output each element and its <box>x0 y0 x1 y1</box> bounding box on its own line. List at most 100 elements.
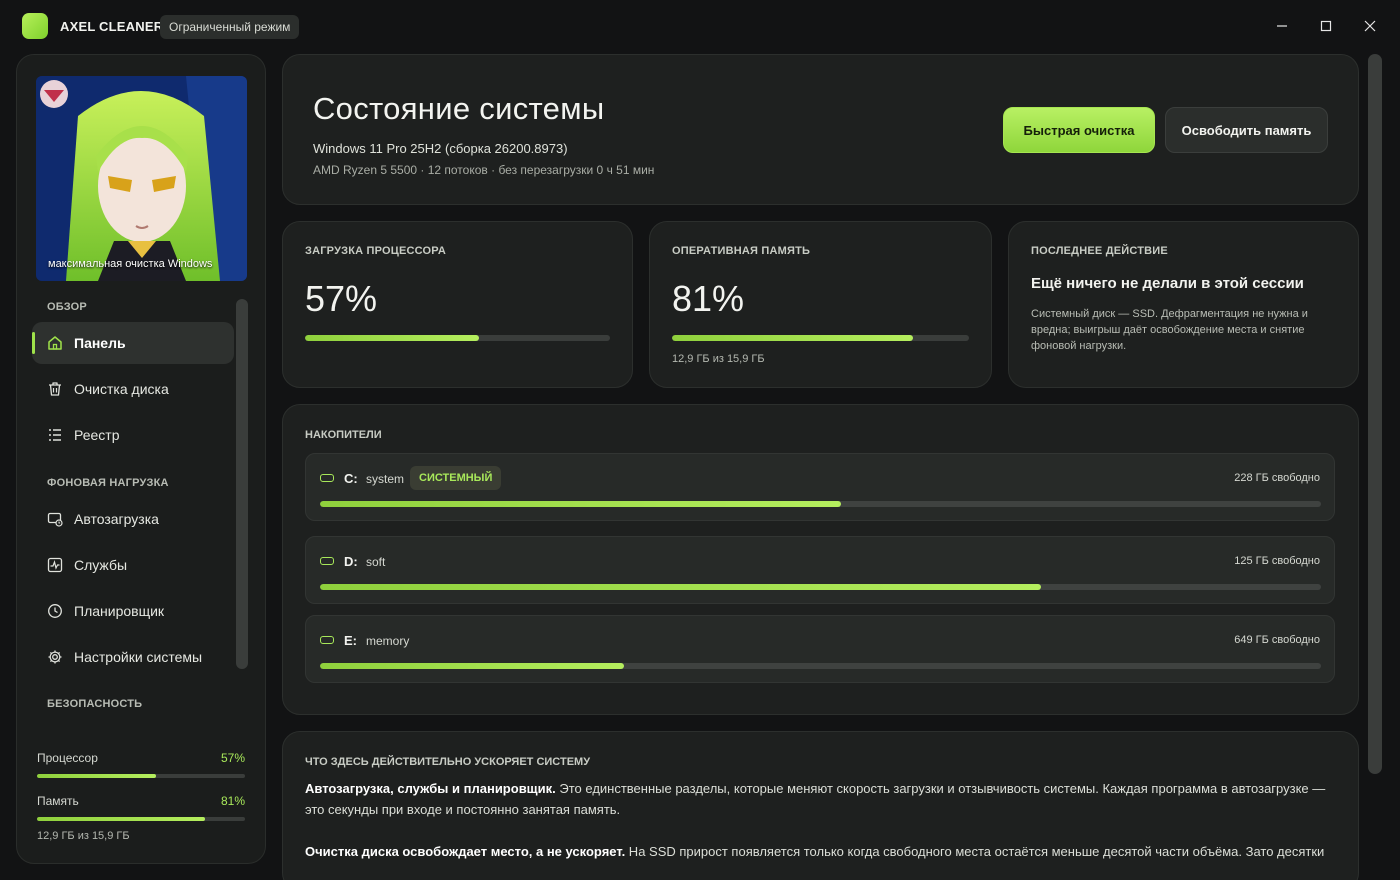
drive-name: soft <box>366 555 386 569</box>
drive-letter: D: <box>344 554 358 569</box>
anime-character-illustration <box>36 76 247 281</box>
sidebar-item-label: Панель <box>74 335 126 351</box>
ram-value: 81% <box>672 278 745 319</box>
app-window: AXEL CLEANER Ограниченный режим максимал… <box>0 0 1400 880</box>
os-info: Windows 11 Pro 25H2 (сборка 26200.8973) <box>313 141 568 156</box>
app-logo-icon <box>22 13 48 39</box>
app-title: AXEL CLEANER <box>60 19 164 34</box>
cpu-load-fill <box>305 335 479 341</box>
trash-icon <box>47 381 63 397</box>
main-scrollbar[interactable] <box>1368 54 1382 774</box>
sidebar-item-startup[interactable]: Автозагрузка <box>32 498 234 540</box>
drive-row-d[interactable]: D: soft 125 ГБ свободно <box>305 536 1335 604</box>
drives-card: Накопители C: system СИСТЕМНЫЙ 228 ГБ св… <box>282 404 1359 715</box>
last-action-card: Последнее действие Ещё ничего не делали … <box>1008 221 1359 388</box>
page-title: Состояние системы <box>313 91 605 126</box>
sidebar-item-scheduler[interactable]: Планировщик <box>32 590 234 632</box>
last-action-desc: Системный диск — SSD. Дефрагментация не … <box>1031 308 1308 352</box>
sidebar-item-label: Автозагрузка <box>74 511 159 527</box>
tips-paragraph-disk-heading: Очистка диска освобождает место, а не ус… <box>305 844 626 859</box>
mini-cpu-fill <box>37 774 156 778</box>
drive-free-space: 125 ГБ свободно <box>1234 555 1320 567</box>
drive-usage-track <box>320 663 1321 669</box>
cpu-load-label: Загрузка процессора <box>305 245 447 257</box>
sidebar-item-label: Планировщик <box>74 603 165 619</box>
drive-free-space: 228 ГБ свободно <box>1234 472 1320 484</box>
banner-image: максимальная очистка Windows <box>36 76 247 281</box>
maximize-button[interactable] <box>1309 12 1343 40</box>
tips-card: Что здесь действительно ускоряет систему… <box>282 731 1359 880</box>
ram-fill <box>672 335 913 341</box>
drive-letter: E: <box>344 633 357 648</box>
drive-usage-fill <box>320 663 625 669</box>
drive-usage-track <box>320 584 1321 590</box>
nav-section-overview: ОБЗОР <box>47 301 87 313</box>
mini-memory-track <box>37 817 245 821</box>
mini-cpu-track <box>37 774 245 778</box>
mini-cpu-stat: Процессор 57% <box>37 751 245 778</box>
gear-icon <box>47 649 63 665</box>
system-status-card: Состояние системы Windows 11 Pro 25H2 (с… <box>282 54 1359 205</box>
minimize-icon <box>1277 25 1287 27</box>
nav-section-security: БЕЗОПАСНОСТЬ <box>47 698 143 710</box>
tips-paragraph-disk-text: На SSD прирост появляется только когда с… <box>625 844 1325 859</box>
system-drive-badge: СИСТЕМНЫЙ <box>410 466 502 490</box>
cpu-load-value: 57% <box>305 278 378 319</box>
mini-memory-value: 81% <box>220 794 245 808</box>
drive-row-c[interactable]: C: system СИСТЕМНЫЙ 228 ГБ свободно <box>305 453 1335 521</box>
activity-icon <box>47 557 63 573</box>
close-button[interactable] <box>1353 12 1387 40</box>
mini-memory-label: Память <box>37 794 79 808</box>
mode-badge: Ограниченный режим <box>160 15 300 39</box>
banner-caption: максимальная очистка Windows <box>48 258 213 270</box>
drive-name: memory <box>366 634 410 648</box>
clock-icon <box>47 603 63 619</box>
ram-sub: 12,9 ГБ из 15,9 ГБ <box>672 353 765 365</box>
sidebar-item-label: Службы <box>74 557 128 573</box>
mini-memory-stat: Память 81% <box>37 794 245 821</box>
tips-paragraph-startup-heading: Автозагрузка, службы и планировщик. <box>305 781 556 796</box>
nav-section-background: ФОНОВАЯ НАГРУЗКА <box>47 477 169 489</box>
sidebar-scrollbar[interactable] <box>236 299 248 669</box>
sidebar-item-label: Настройки системы <box>74 649 203 665</box>
tips-paragraph-startup: Автозагрузка, службы и планировщик. Это … <box>305 778 1340 820</box>
drives-label: Накопители <box>305 429 382 441</box>
cpu-load-card: Загрузка процессора 57% <box>282 221 633 388</box>
ram-card: Оперативная память 81% 12,9 ГБ из 15,9 Г… <box>649 221 992 388</box>
drive-row-e[interactable]: E: memory 649 ГБ свободно <box>305 615 1335 683</box>
drive-free-space: 649 ГБ свободно <box>1234 634 1320 646</box>
mini-memory-fill <box>37 817 206 821</box>
drive-icon <box>320 636 334 644</box>
drive-name: system <box>366 472 405 486</box>
cpu-info: AMD Ryzen 5 5500 · 12 потоков · без пере… <box>313 163 655 177</box>
sidebar-item-services[interactable]: Службы <box>32 544 234 586</box>
sidebar-item-label: Реестр <box>74 427 120 443</box>
ram-track <box>672 335 969 341</box>
sidebar-item-dashboard[interactable]: Панель <box>32 322 234 364</box>
cpu-load-track <box>305 335 610 341</box>
startup-icon <box>47 511 63 527</box>
drive-icon <box>320 474 334 482</box>
drive-usage-track <box>320 501 1321 507</box>
sidebar-item-disk-cleanup[interactable]: Очистка диска <box>32 368 234 410</box>
list-icon <box>47 427 63 443</box>
drive-letter: C: <box>344 471 358 486</box>
free-memory-button[interactable]: Освободить память <box>1165 107 1328 153</box>
minimize-button[interactable] <box>1265 12 1299 40</box>
maximize-icon <box>1320 20 1332 32</box>
drive-usage-fill <box>320 584 1041 590</box>
sidebar: максимальная очистка Windows ОБЗОР Панел… <box>16 54 266 864</box>
sidebar-item-label: Очистка диска <box>74 381 169 397</box>
sidebar-item-registry[interactable]: Реестр <box>32 414 234 456</box>
drive-usage-fill <box>320 501 841 507</box>
drive-icon <box>320 557 334 565</box>
sidebar-item-system-settings[interactable]: Настройки системы <box>32 636 234 678</box>
last-action-label: Последнее действие <box>1031 245 1168 257</box>
last-action-title: Ещё ничего не делали в этой сессии <box>1031 275 1304 292</box>
tips-label: Что здесь действительно ускоряет систему <box>305 756 591 768</box>
title-bar: AXEL CLEANER Ограниченный режим <box>0 0 1400 54</box>
ram-label: Оперативная память <box>672 245 811 257</box>
quick-clean-button[interactable]: Быстрая очистка <box>1003 107 1155 153</box>
mini-memory-sub: 12,9 ГБ из 15,9 ГБ <box>37 830 130 842</box>
close-icon <box>1364 20 1376 32</box>
